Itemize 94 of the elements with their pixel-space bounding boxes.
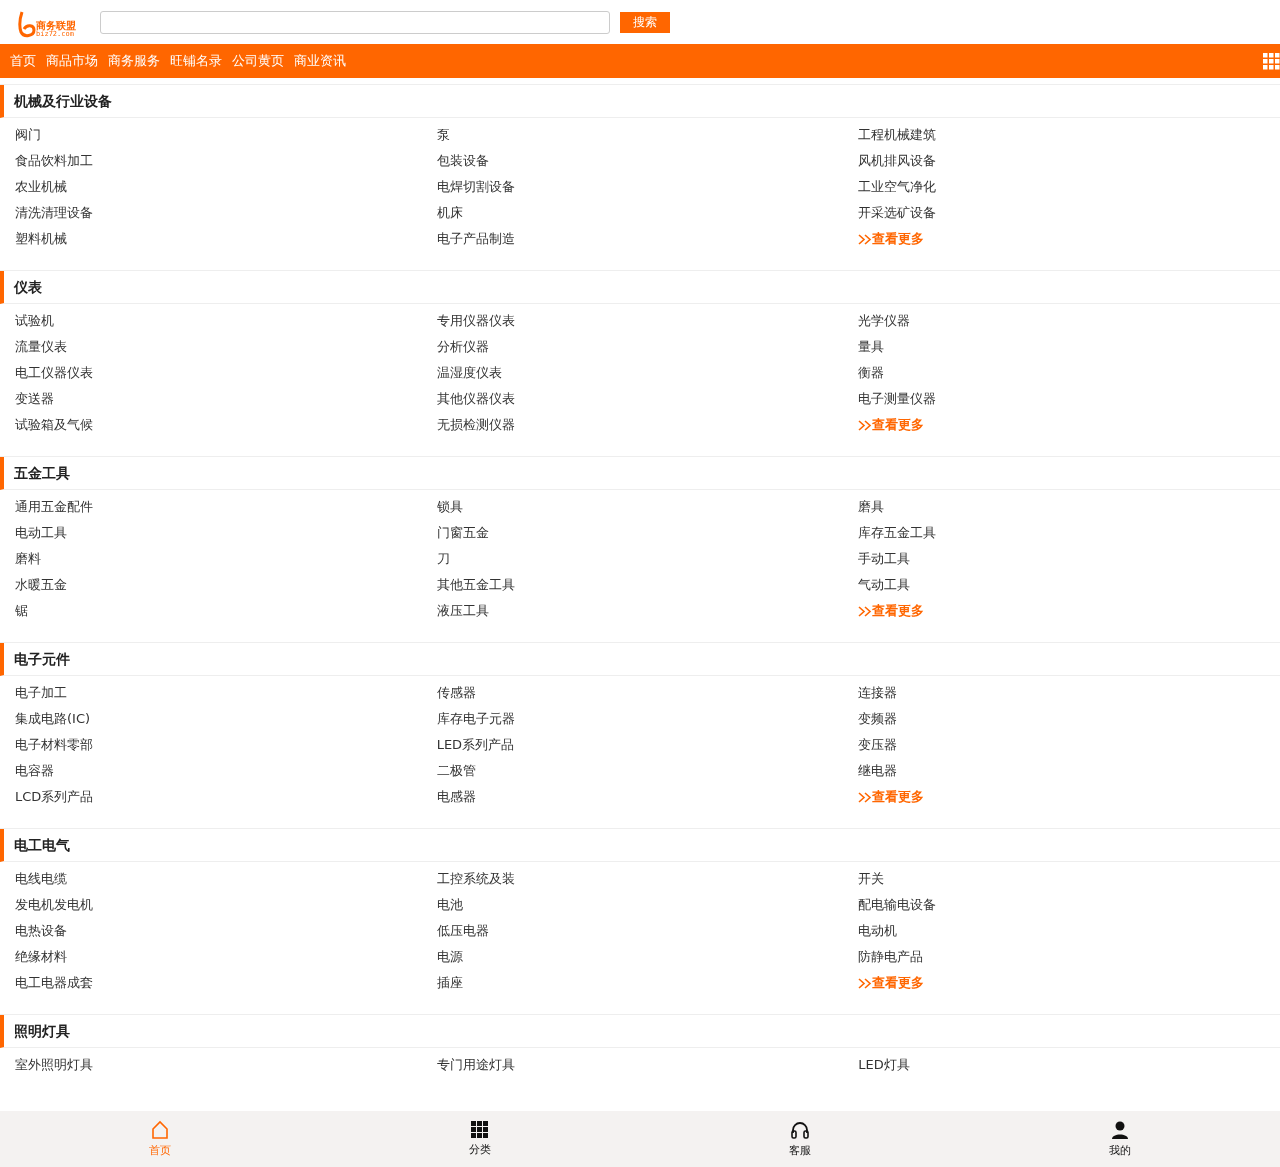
category-link[interactable]: 门窗五金 [436, 524, 489, 542]
category-link[interactable]: 流量仪表 [15, 338, 67, 356]
category-link[interactable]: 工程机械建筑 [858, 126, 937, 144]
grid-menu-icon[interactable] [1262, 52, 1280, 70]
category-link[interactable]: 其他仪器仪表 [436, 390, 515, 408]
category-link[interactable]: 继电器 [858, 762, 898, 780]
category-link[interactable]: 电焊切割设备 [436, 178, 515, 196]
category-link[interactable]: 衡器 [858, 364, 885, 382]
category-link[interactable]: 传感器 [436, 684, 476, 702]
category-link[interactable]: 防静电产品 [858, 948, 924, 966]
category-link[interactable]: 刀 [436, 550, 450, 568]
category-link[interactable]: 工业空气净化 [858, 178, 937, 196]
category-link[interactable]: 风机排风设备 [858, 152, 937, 170]
category-link[interactable]: 专门用途灯具 [436, 1056, 515, 1074]
double-chevron-icon [858, 419, 873, 431]
category-link[interactable]: 变送器 [15, 390, 54, 408]
category-link[interactable]: 电子产品制造 [436, 230, 515, 248]
section-title: 机械及行业设备 [0, 85, 1280, 118]
category-link[interactable]: 电动工具 [15, 524, 67, 542]
category-link[interactable]: 锁具 [436, 498, 463, 516]
category-link[interactable]: 试验箱及气候 [15, 416, 93, 434]
category-link[interactable]: 电热设备 [15, 922, 67, 940]
category-link[interactable]: 无损检测仪器 [436, 416, 515, 434]
double-chevron-icon [858, 233, 873, 245]
category-link[interactable]: 试验机 [15, 312, 54, 330]
section-title: 五金工具 [0, 457, 1280, 490]
category-link[interactable]: 变频器 [858, 710, 898, 728]
category-link[interactable]: 电子测量仪器 [858, 390, 937, 408]
section-title: 照明灯具 [0, 1015, 1280, 1048]
category-link[interactable]: 插座 [436, 974, 463, 992]
category-link[interactable]: 食品饮料加工 [15, 152, 93, 170]
category-link[interactable]: LCD系列产品 [15, 788, 94, 806]
category-link[interactable]: 水暖五金 [15, 576, 67, 594]
tab-bar-item[interactable]: 分类 [320, 1111, 640, 1167]
tab-bar-item[interactable]: 我的 [960, 1111, 1280, 1167]
category-link[interactable]: 开关 [858, 870, 885, 888]
category-link[interactable]: 二极管 [436, 762, 476, 780]
tab-bar-item[interactable]: 客服 [640, 1111, 960, 1167]
category-link[interactable]: 电动机 [858, 922, 898, 940]
category-link[interactable]: 磨具 [858, 498, 885, 516]
category-link[interactable]: 泵 [436, 126, 450, 144]
category-link[interactable]: 电工电器成套 [15, 974, 93, 992]
category-link[interactable]: 量具 [858, 338, 885, 356]
logo-name: 商务联盟 [36, 21, 76, 31]
double-chevron-icon [858, 791, 873, 803]
category-link[interactable]: 磨料 [15, 550, 41, 568]
category-link[interactable]: 包装设备 [436, 152, 489, 170]
category-link[interactable]: 电池 [436, 896, 463, 914]
grid-icon [471, 1121, 489, 1139]
category-link[interactable]: 阀门 [15, 126, 41, 144]
category-link[interactable]: LED系列产品 [436, 736, 515, 754]
section-title: 电工电气 [0, 829, 1280, 862]
user-icon [1110, 1120, 1130, 1140]
double-chevron-icon [858, 977, 873, 989]
category-link[interactable]: 发电机发电机 [15, 896, 93, 914]
category-link[interactable]: 低压电器 [436, 922, 489, 940]
category-link[interactable]: 电源 [436, 948, 463, 966]
category-link[interactable]: 库存五金工具 [858, 524, 937, 542]
category-link[interactable]: 变压器 [858, 736, 898, 754]
category-link[interactable]: 电子加工 [15, 684, 67, 702]
category-link[interactable]: 室外照明灯具 [15, 1056, 93, 1074]
category-link[interactable]: 电工仪器仪表 [15, 364, 93, 382]
category-link[interactable]: 配电输电设备 [858, 896, 937, 914]
category-link[interactable]: 机床 [436, 204, 463, 222]
category-link[interactable]: LED灯具 [858, 1056, 910, 1074]
headset-icon [790, 1120, 810, 1140]
home-icon [150, 1120, 170, 1140]
category-link[interactable]: 绝缘材料 [15, 948, 67, 966]
category-link[interactable]: 温湿度仪表 [436, 364, 502, 382]
category-link[interactable]: 开采选矿设备 [858, 204, 937, 222]
category-link[interactable]: 库存电子元器 [436, 710, 515, 728]
category-link[interactable]: 光学仪器 [858, 312, 911, 330]
category-link[interactable]: 锯 [15, 602, 28, 620]
category-link[interactable]: 塑料机械 [15, 230, 67, 248]
category-link[interactable]: 工控系统及装 [436, 870, 515, 888]
double-chevron-icon [858, 605, 873, 617]
category-link[interactable]: 电容器 [15, 762, 54, 780]
section-title: 仪表 [0, 271, 1280, 304]
category-link[interactable]: 电线电缆 [15, 870, 67, 888]
category-link[interactable]: 农业机械 [15, 178, 67, 196]
category-link[interactable]: 分析仪器 [436, 338, 489, 356]
category-link[interactable]: 液压工具 [436, 602, 489, 620]
section-title: 电子元件 [0, 643, 1280, 676]
category-link[interactable]: 连接器 [858, 684, 898, 702]
category-link[interactable]: 电子材料零部 [15, 736, 93, 754]
category-link[interactable]: 通用五金配件 [15, 498, 93, 516]
logo-icon [18, 10, 36, 38]
category-link[interactable]: 气动工具 [858, 576, 911, 594]
category-link[interactable]: 专用仪器仪表 [436, 312, 515, 330]
category-link[interactable]: 集成电路(IC) [15, 710, 91, 728]
category-link[interactable]: 清洗清理设备 [15, 204, 93, 222]
category-link[interactable]: 其他五金工具 [436, 576, 515, 594]
category-link[interactable]: 电感器 [436, 788, 476, 806]
category-link[interactable]: 手动工具 [858, 550, 911, 568]
